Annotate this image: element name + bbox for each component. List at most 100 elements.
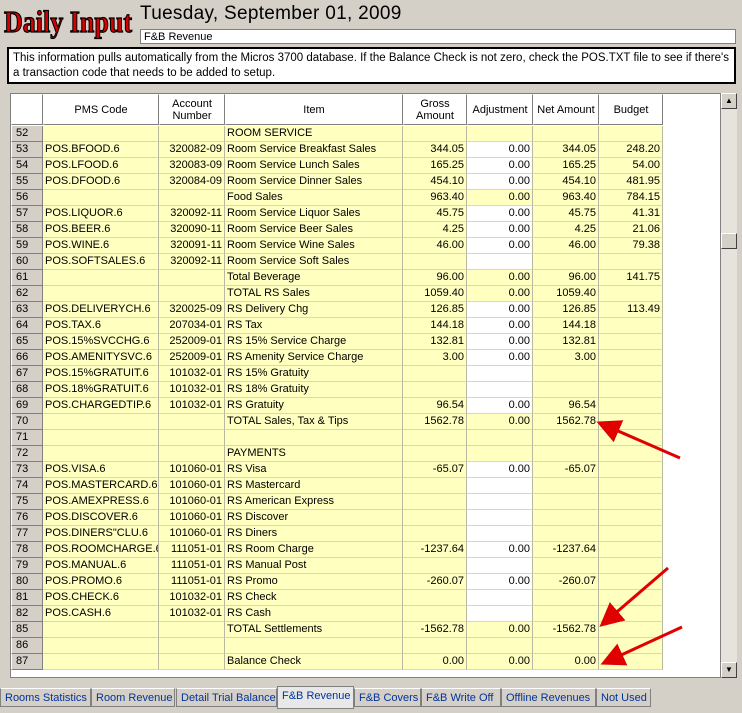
net-amount-cell[interactable]: 1562.78 xyxy=(533,414,599,430)
net-amount-cell[interactable] xyxy=(533,526,599,542)
gross-amount-cell[interactable] xyxy=(403,478,467,494)
budget-cell[interactable] xyxy=(599,366,663,382)
budget-cell[interactable] xyxy=(599,414,663,430)
vertical-scrollbar[interactable]: ▲ ▼ xyxy=(721,93,737,678)
pms-code-cell[interactable] xyxy=(43,190,159,206)
account-number-cell[interactable] xyxy=(159,430,225,446)
adjustment-cell[interactable]: 0.00 xyxy=(467,654,533,670)
gross-amount-cell[interactable]: 0.00 xyxy=(403,654,467,670)
gross-amount-cell[interactable]: 454.10 xyxy=(403,174,467,190)
item-cell[interactable]: RS Diners xyxy=(225,526,403,542)
header-item[interactable]: Item xyxy=(225,94,403,125)
account-number-cell[interactable] xyxy=(159,654,225,670)
tab-f-b-revenue[interactable]: F&B Revenue xyxy=(277,686,354,709)
account-number-cell[interactable] xyxy=(159,446,225,462)
net-amount-cell[interactable]: 165.25 xyxy=(533,158,599,174)
header-adjustment[interactable]: Adjustment xyxy=(467,94,533,125)
account-number-cell[interactable]: 320090-11 xyxy=(159,222,225,238)
tab-offline-revenues[interactable]: Offline Revenues xyxy=(501,688,596,707)
account-number-cell[interactable]: 252009-01 xyxy=(159,350,225,366)
adjustment-cell[interactable]: 0.00 xyxy=(467,398,533,414)
net-amount-cell[interactable] xyxy=(533,494,599,510)
adjustment-cell[interactable]: 0.00 xyxy=(467,334,533,350)
account-number-cell[interactable] xyxy=(159,414,225,430)
budget-cell[interactable]: 141.75 xyxy=(599,270,663,286)
pms-code-cell[interactable] xyxy=(43,622,159,638)
tab-f-b-covers[interactable]: F&B Covers xyxy=(354,688,421,707)
account-number-cell[interactable] xyxy=(159,126,225,142)
account-number-cell[interactable]: 252009-01 xyxy=(159,334,225,350)
account-number-cell[interactable]: 101060-01 xyxy=(159,462,225,478)
tab-room-revenue[interactable]: Room Revenue xyxy=(91,688,175,707)
budget-cell[interactable]: 41.31 xyxy=(599,206,663,222)
net-amount-cell[interactable]: -1237.64 xyxy=(533,542,599,558)
item-cell[interactable]: RS Cash xyxy=(225,606,403,622)
gross-amount-cell[interactable]: -65.07 xyxy=(403,462,467,478)
budget-cell[interactable] xyxy=(599,526,663,542)
account-number-cell[interactable]: 320025-09 xyxy=(159,302,225,318)
pms-code-cell[interactable]: POS.CHARGEDTIP.6 xyxy=(43,398,159,414)
adjustment-cell[interactable]: 0.00 xyxy=(467,318,533,334)
item-cell[interactable]: RS Delivery Chg xyxy=(225,302,403,318)
gross-amount-cell[interactable]: 144.18 xyxy=(403,318,467,334)
gross-amount-cell[interactable] xyxy=(403,126,467,142)
item-cell[interactable]: RS Visa xyxy=(225,462,403,478)
account-number-cell[interactable] xyxy=(159,638,225,654)
pms-code-cell[interactable]: POS.SOFTSALES.6 xyxy=(43,254,159,270)
gross-amount-cell[interactable]: 96.54 xyxy=(403,398,467,414)
net-amount-cell[interactable]: 344.05 xyxy=(533,142,599,158)
gross-amount-cell[interactable]: 45.75 xyxy=(403,206,467,222)
net-amount-cell[interactable] xyxy=(533,478,599,494)
item-cell[interactable]: Room Service Breakfast Sales xyxy=(225,142,403,158)
account-number-cell[interactable]: 320091-11 xyxy=(159,238,225,254)
adjustment-cell[interactable]: 0.00 xyxy=(467,222,533,238)
gross-amount-cell[interactable]: 165.25 xyxy=(403,158,467,174)
item-cell[interactable]: RS American Express xyxy=(225,494,403,510)
gross-amount-cell[interactable]: 1562.78 xyxy=(403,414,467,430)
budget-cell[interactable] xyxy=(599,510,663,526)
account-number-cell[interactable] xyxy=(159,286,225,302)
budget-cell[interactable]: 113.49 xyxy=(599,302,663,318)
pms-code-cell[interactable] xyxy=(43,654,159,670)
gross-amount-cell[interactable]: 1059.40 xyxy=(403,286,467,302)
budget-cell[interactable]: 784.15 xyxy=(599,190,663,206)
gross-amount-cell[interactable] xyxy=(403,606,467,622)
gross-amount-cell[interactable]: 96.00 xyxy=(403,270,467,286)
adjustment-cell[interactable]: 0.00 xyxy=(467,350,533,366)
item-cell[interactable]: Room Service Liquor Sales xyxy=(225,206,403,222)
adjustment-cell[interactable]: 0.00 xyxy=(467,270,533,286)
pms-code-cell[interactable]: POS.MASTERCARD.6 xyxy=(43,478,159,494)
pms-code-cell[interactable]: POS.VISA.6 xyxy=(43,462,159,478)
net-amount-cell[interactable] xyxy=(533,366,599,382)
budget-cell[interactable] xyxy=(599,622,663,638)
account-number-cell[interactable]: 101060-01 xyxy=(159,510,225,526)
adjustment-cell[interactable] xyxy=(467,558,533,574)
budget-cell[interactable] xyxy=(599,430,663,446)
budget-cell[interactable]: 79.38 xyxy=(599,238,663,254)
account-number-cell[interactable]: 111051-01 xyxy=(159,558,225,574)
adjustment-cell[interactable]: 0.00 xyxy=(467,142,533,158)
pms-code-cell[interactable] xyxy=(43,446,159,462)
item-cell[interactable]: RS Gratuity xyxy=(225,398,403,414)
gross-amount-cell[interactable]: 46.00 xyxy=(403,238,467,254)
item-cell[interactable]: Room Service Soft Sales xyxy=(225,254,403,270)
gross-amount-cell[interactable] xyxy=(403,510,467,526)
account-number-cell[interactable]: 320082-09 xyxy=(159,142,225,158)
pms-code-cell[interactable]: POS.BFOOD.6 xyxy=(43,142,159,158)
gross-amount-cell[interactable]: 963.40 xyxy=(403,190,467,206)
net-amount-cell[interactable]: 144.18 xyxy=(533,318,599,334)
account-number-cell[interactable] xyxy=(159,622,225,638)
pms-code-cell[interactable]: POS.DFOOD.6 xyxy=(43,174,159,190)
pms-code-cell[interactable] xyxy=(43,430,159,446)
account-number-cell[interactable]: 207034-01 xyxy=(159,318,225,334)
pms-code-cell[interactable]: POS.AMEXPRESS.6 xyxy=(43,494,159,510)
gross-amount-cell[interactable] xyxy=(403,526,467,542)
account-number-cell[interactable]: 101032-01 xyxy=(159,366,225,382)
adjustment-cell[interactable] xyxy=(467,494,533,510)
adjustment-cell[interactable] xyxy=(467,446,533,462)
header-account-number[interactable]: Account Number xyxy=(159,94,225,125)
header-gross-amount[interactable]: Gross Amount xyxy=(403,94,467,125)
gross-amount-cell[interactable] xyxy=(403,590,467,606)
budget-cell[interactable] xyxy=(599,542,663,558)
budget-cell[interactable] xyxy=(599,606,663,622)
